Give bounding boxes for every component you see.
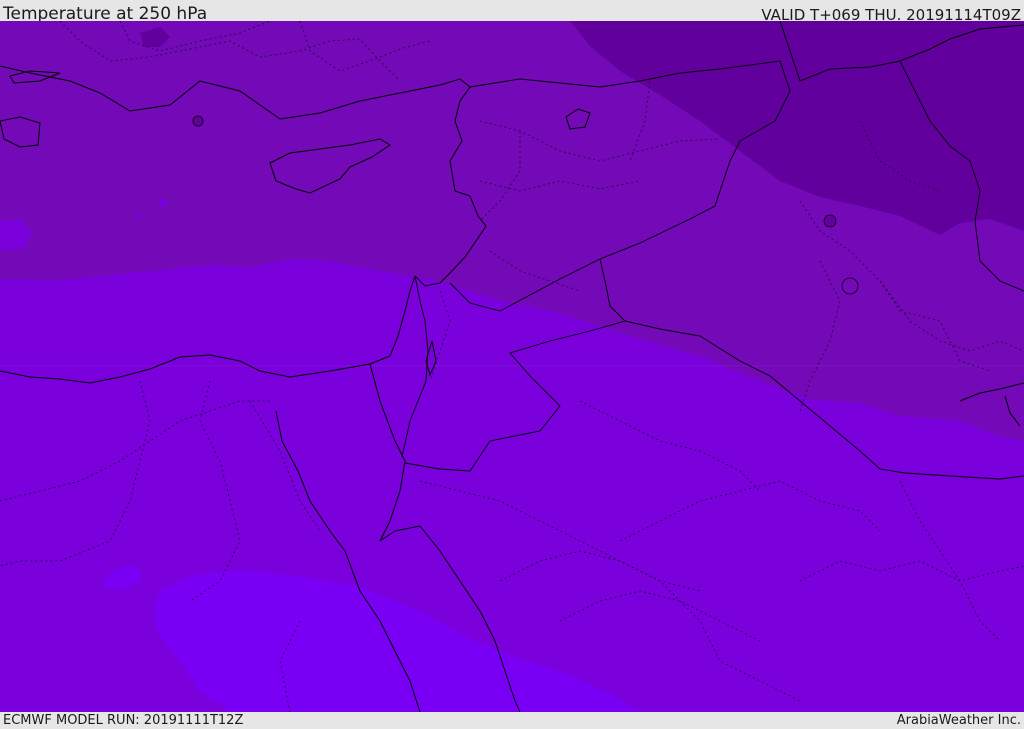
temperature-map [0, 21, 1024, 712]
lake [823, 214, 837, 228]
map-canvas [0, 21, 1024, 712]
model-run-label: ECMWF MODEL RUN: 20191111T12Z [3, 713, 244, 728]
small-island [192, 115, 204, 127]
map-header: Temperature at 250 hPa VALID T+069 THU. … [0, 0, 1024, 24]
map-footer: ECMWF MODEL RUN: 20191111T12Z ArabiaWeat… [0, 712, 1024, 729]
lake [841, 277, 859, 295]
small-island [135, 213, 141, 219]
credit-label: ArabiaWeather Inc. [896, 713, 1021, 728]
small-island [159, 199, 167, 207]
weather-map-viewer: Temperature at 250 hPa VALID T+069 THU. … [0, 0, 1024, 729]
